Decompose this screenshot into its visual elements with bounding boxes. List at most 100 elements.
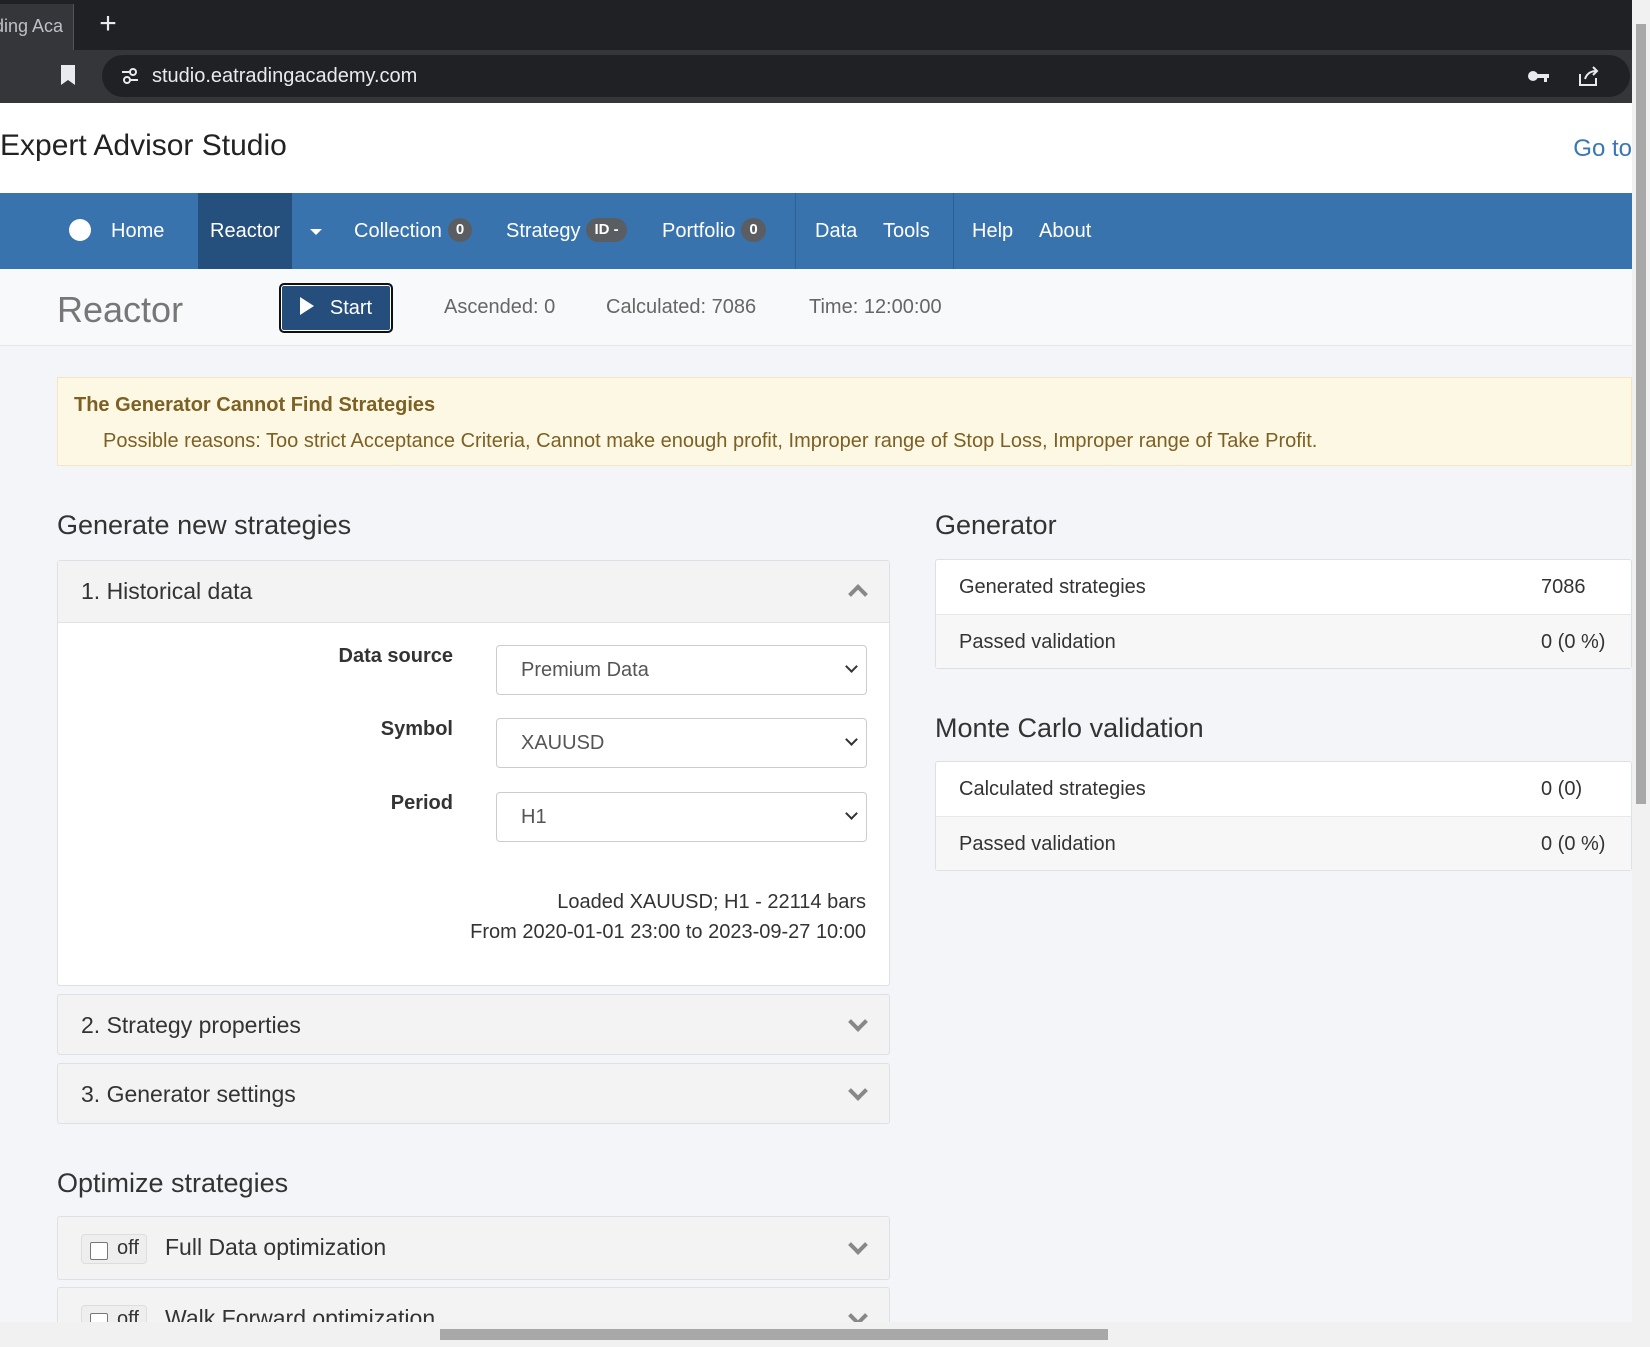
- nav-divider: [953, 193, 954, 269]
- start-label: Start: [329, 296, 373, 319]
- symbol-label: Symbol: [380, 718, 453, 740]
- generator-settings-title: 3. Generator settings: [81, 1081, 296, 1107]
- elapsed-time: Time: 12:00:00: [809, 296, 942, 318]
- period-label: Period: [390, 792, 453, 814]
- play-icon: [299, 297, 314, 316]
- nav-tools[interactable]: Tools: [883, 193, 930, 269]
- nav-portfolio-label: Portfolio: [662, 220, 736, 242]
- generator-settings-panel[interactable]: 3. Generator settings: [57, 1063, 890, 1124]
- url-text[interactable]: studio.eatradingacademy.com: [152, 55, 417, 97]
- reactor-dropdown-toggle[interactable]: [310, 193, 322, 269]
- new-tab-button[interactable]: +: [92, 8, 124, 40]
- nav-collection[interactable]: Collection 0: [354, 193, 473, 269]
- strategy-id-badge: ID -: [586, 217, 627, 242]
- full-data-title: Full Data optimization: [165, 1234, 387, 1260]
- optimize-heading: Optimize strategies: [57, 1168, 289, 1198]
- nav-home-label: Home: [111, 220, 165, 242]
- data-source-label: Data source: [338, 645, 454, 667]
- strategy-properties-panel[interactable]: 2. Strategy properties: [57, 994, 890, 1055]
- app-header: Expert Advisor Studio Go to: [0, 103, 1632, 193]
- chevron-down-icon: [845, 807, 858, 820]
- row-value: 7086: [1541, 576, 1586, 598]
- chevron-down-icon: [848, 1081, 868, 1101]
- generate-heading: Generate new strategies: [57, 510, 352, 540]
- generator-heading: Generator: [935, 510, 1057, 540]
- site-settings-icon[interactable]: [120, 66, 140, 86]
- historical-data-panel: 1. Historical data Data source Premium D…: [57, 560, 890, 986]
- row-label: Calculated strategies: [959, 778, 1146, 800]
- generator-stats-table: Generated strategies 7086 Passed validat…: [935, 559, 1632, 669]
- warning-alert: The Generator Cannot Find Strategies Pos…: [57, 377, 1632, 466]
- vertical-scrollbar[interactable]: [1632, 0, 1650, 1347]
- strategy-properties-title: 2. Strategy properties: [81, 1012, 301, 1038]
- nav-reactor[interactable]: Reactor: [198, 193, 293, 269]
- start-button[interactable]: Start: [279, 283, 393, 333]
- loaded-data-info: Loaded XAUUSD; H1 - 22114 bars: [557, 891, 866, 913]
- back-circle-icon: [69, 218, 91, 241]
- chevron-down-icon: [848, 1012, 868, 1032]
- monte-carlo-heading: Monte Carlo validation: [935, 713, 1204, 743]
- horizontal-scrollbar[interactable]: [0, 1322, 1632, 1347]
- nav-about[interactable]: About: [1039, 193, 1091, 269]
- table-row: Passed validation 0 (0 %): [936, 614, 1631, 668]
- data-source-select[interactable]: Premium Data: [496, 645, 867, 695]
- nav-reactor-label: Reactor: [210, 220, 281, 242]
- row-label: Generated strategies: [959, 576, 1146, 598]
- row-value: 0 (0 %): [1541, 631, 1606, 653]
- app-title: Expert Advisor Studio: [0, 129, 287, 162]
- page-title: Reactor: [57, 289, 184, 330]
- nav-divider: [795, 193, 796, 269]
- chevron-up-icon: [848, 584, 868, 604]
- chevron-down-icon: [845, 733, 858, 746]
- historical-data-header[interactable]: 1. Historical data: [58, 561, 889, 623]
- vertical-scroll-thumb[interactable]: [1636, 24, 1646, 804]
- share-icon[interactable]: [1576, 64, 1600, 88]
- reactor-toolbar: Reactor Start Ascended: 0 Calculated: 70…: [0, 269, 1632, 346]
- row-value: 0 (0 %): [1541, 833, 1606, 855]
- data-source-value: Premium Data: [521, 659, 649, 681]
- key-icon[interactable]: [1526, 66, 1550, 86]
- table-row: Calculated strategies 0 (0): [936, 762, 1631, 816]
- symbol-value: XAUUSD: [521, 732, 605, 754]
- symbol-select[interactable]: XAUUSD: [496, 718, 867, 768]
- portfolio-count-badge: 0: [741, 217, 766, 242]
- nav-strategy[interactable]: Strategy ID -: [506, 193, 627, 269]
- table-row: Passed validation 0 (0 %): [936, 816, 1631, 870]
- nav-portfolio[interactable]: Portfolio 0: [662, 193, 766, 269]
- full-data-optimization-panel[interactable]: off Full Data optimization: [57, 1216, 890, 1280]
- row-label: Passed validation: [959, 631, 1116, 653]
- row-value: 0 (0): [1541, 778, 1583, 800]
- tab-title: ding Aca: [0, 16, 64, 36]
- data-range-info: From 2020-01-01 23:00 to 2023-09-27 10:0…: [470, 921, 866, 943]
- browser-tab-bar: ding Aca +: [0, 0, 1650, 50]
- nav-home[interactable]: Home: [69, 193, 164, 269]
- nav-strategy-label: Strategy: [506, 220, 581, 242]
- ascended-count: Ascended: 0: [444, 296, 556, 318]
- historical-data-title: 1. Historical data: [81, 578, 253, 604]
- chevron-down-icon: [845, 660, 858, 673]
- chevron-down-icon: [848, 1235, 868, 1255]
- nav-data[interactable]: Data: [815, 193, 857, 269]
- alert-title: The Generator Cannot Find Strategies: [74, 394, 436, 416]
- collection-count-badge: 0: [447, 217, 473, 242]
- full-data-checkbox[interactable]: [90, 1242, 108, 1260]
- browser-address-bar: studio.eatradingacademy.com: [0, 50, 1650, 103]
- goto-link[interactable]: Go to: [1573, 135, 1632, 163]
- main-nav: Home Reactor Collection 0 Strategy ID - Po…: [0, 193, 1632, 269]
- bookmark-icon[interactable]: [60, 64, 76, 86]
- browser-tab[interactable]: ding Aca: [0, 4, 74, 50]
- full-data-toggle-label: off: [117, 1237, 139, 1259]
- monte-carlo-stats-table: Calculated strategies 0 (0) Passed valid…: [935, 761, 1632, 871]
- full-data-toggle[interactable]: off: [81, 1234, 147, 1264]
- caret-down-icon: [310, 228, 322, 235]
- horizontal-scroll-thumb[interactable]: [440, 1329, 1108, 1340]
- calculated-count: Calculated: 7086: [606, 296, 757, 318]
- period-select[interactable]: H1: [496, 792, 867, 842]
- nav-help[interactable]: Help: [972, 193, 1013, 269]
- alert-text: Possible reasons: Too strict Acceptance …: [103, 430, 1318, 452]
- table-row: Generated strategies 7086: [936, 560, 1631, 614]
- nav-collection-label: Collection: [354, 220, 442, 242]
- row-label: Passed validation: [959, 833, 1116, 855]
- omnibox[interactable]: studio.eatradingacademy.com: [102, 55, 1630, 97]
- period-value: H1: [521, 806, 547, 828]
